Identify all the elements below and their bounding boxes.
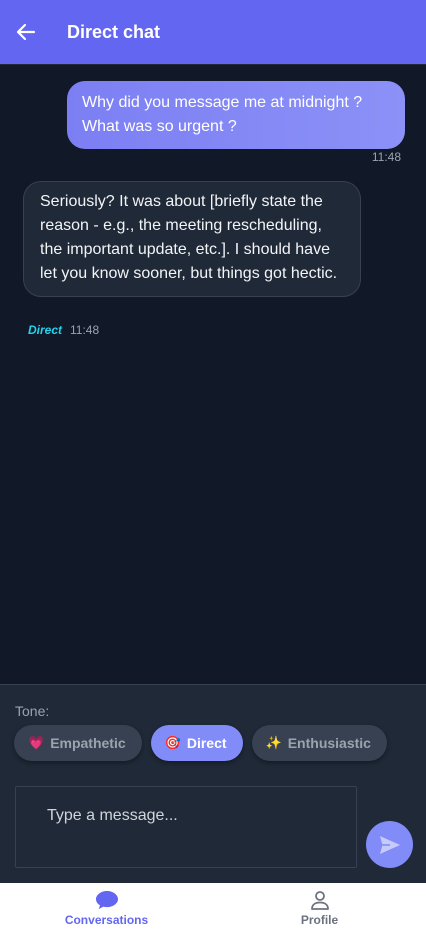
assistant-message-meta: Direct 11:48	[28, 323, 99, 337]
tone-chip-label: Empathetic	[50, 735, 126, 751]
assistant-message-bubble: Seriously? It was about [briefly state t…	[23, 181, 361, 297]
message-input[interactable]	[15, 786, 357, 868]
arrow-left-icon	[16, 23, 36, 41]
page-title: Direct chat	[67, 21, 161, 42]
user-message-time: 11:48	[371, 150, 401, 164]
tone-chip-label: Direct	[186, 735, 227, 751]
person-icon	[310, 891, 329, 910]
composer: Tone: 💗 Empathetic 🎯 Direct ✨ Enthusiast…	[0, 684, 426, 883]
heart-icon: 💗	[28, 735, 45, 751]
app-header: Direct chat	[0, 0, 426, 64]
nav-item-conversations[interactable]: Conversations	[0, 883, 213, 930]
nav-item-profile[interactable]: Profile	[213, 883, 426, 930]
nav-label-conversations: Conversations	[64, 913, 149, 927]
tone-label: Tone:	[15, 703, 50, 719]
tone-chip-enthusiastic[interactable]: ✨ Enthusiastic	[251, 725, 387, 761]
chat-bubble-icon	[95, 891, 118, 909]
tone-chip-empathetic[interactable]: 💗 Empathetic	[14, 725, 142, 761]
sparkles-icon: ✨	[265, 735, 282, 751]
tone-selector: 💗 Empathetic 🎯 Direct ✨ Enthusiastic	[14, 725, 387, 761]
target-icon: 🎯	[164, 735, 181, 751]
user-message-bubble: Why did you message me at midnight ? Wha…	[67, 81, 405, 149]
back-button[interactable]	[0, 0, 52, 64]
tone-chip-direct[interactable]: 🎯 Direct	[150, 725, 243, 761]
tone-tag: Direct	[28, 323, 63, 337]
send-icon	[379, 835, 400, 854]
bottom-nav: Conversations Profile	[0, 883, 426, 930]
message-list[interactable]: Why did you message me at midnight ? Wha…	[0, 64, 426, 684]
send-button[interactable]	[366, 821, 413, 868]
nav-label-profile: Profile	[300, 913, 339, 927]
assistant-message-time: 11:48	[70, 323, 100, 337]
tone-chip-label: Enthusiastic	[287, 735, 371, 751]
